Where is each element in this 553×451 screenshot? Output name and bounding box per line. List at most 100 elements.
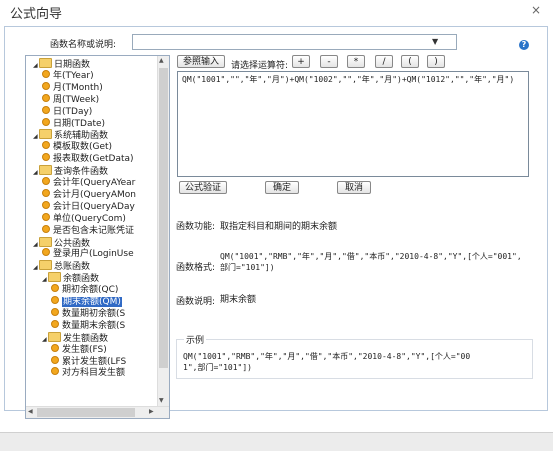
function-bullet-icon: [42, 93, 50, 102]
function-description-label: 函数说明:: [176, 297, 216, 307]
title-bar: 公式向导 ×: [0, 0, 553, 22]
function-bullet-icon: [42, 117, 50, 126]
formula-editor[interactable]: QM("1001","","年","月")+QM("1002","","年","…: [177, 71, 529, 177]
tree-item-label: 数量期初余额(S: [62, 308, 126, 319]
tree-horizontal-scrollbar[interactable]: ◀ ▶: [26, 406, 169, 418]
function-bullet-icon: [51, 355, 59, 364]
tree-item-label: 对方科目发生额: [62, 368, 126, 379]
function-bullet-icon: [42, 105, 50, 114]
search-input[interactable]: [132, 34, 457, 50]
tree-item-label: 月(TMonth): [53, 82, 103, 93]
function-bullet-icon: [42, 69, 50, 78]
operator-open-paren-button[interactable]: (: [401, 55, 419, 68]
operator-divide-button[interactable]: /: [375, 55, 393, 68]
cancel-button[interactable]: 取消: [337, 181, 371, 194]
tree-leaf-item[interactable]: 日期(TDate): [42, 117, 106, 130]
folder-icon: [48, 331, 61, 342]
tree-leaf-item[interactable]: 单位(QueryCom): [42, 212, 126, 225]
tree-leaf-item[interactable]: 对方科目发生额: [51, 367, 125, 379]
scroll-up-icon[interactable]: ▲: [159, 57, 164, 64]
tree-vertical-scrollbar[interactable]: ▲ ▼: [157, 56, 169, 407]
tree-leaf-item[interactable]: 模板取数(Get): [42, 141, 112, 153]
tree-item-label: 余额函数: [63, 274, 100, 285]
example-legend: 示例: [184, 333, 207, 346]
function-bullet-icon: [51, 343, 59, 352]
tree-item-label: 数量期末余额(S: [62, 320, 126, 331]
folder-icon: [39, 260, 52, 271]
folder-icon: [39, 58, 52, 68]
tree-item-label: 发生额函数: [63, 333, 109, 344]
function-bullet-icon: [42, 153, 50, 162]
tree-leaf-item[interactable]: 数量期初余额(S: [51, 307, 126, 320]
tree-item-label: 日期(TDate): [53, 118, 106, 129]
ok-button[interactable]: 确定: [265, 181, 299, 194]
operator-plus-button[interactable]: +: [292, 55, 310, 68]
function-bullet-icon: [42, 81, 50, 90]
tree-leaf-item[interactable]: 周(TWeek): [42, 93, 100, 106]
scroll-right-icon[interactable]: ▶: [149, 408, 154, 415]
tree-vertical-scroll-thumb[interactable]: [159, 68, 168, 368]
function-bullet-icon: [51, 284, 59, 293]
tree-item-label: 查询条件函数: [54, 167, 109, 178]
tree-item-label: 期末余额(QM): [62, 297, 122, 307]
operator-close-paren-button[interactable]: ): [427, 55, 445, 68]
function-bullet-icon: [42, 177, 50, 185]
scroll-left-icon[interactable]: ◀: [28, 408, 33, 415]
function-bullet-icon: [51, 319, 59, 328]
tree-leaf-item[interactable]: 报表取数(GetData): [42, 153, 134, 165]
operator-multiply-button[interactable]: *: [347, 55, 365, 68]
tree-item-label: 年(TYear): [53, 70, 94, 81]
tree-item-label: 公共函数: [54, 238, 91, 249]
tree-item-label: 登录用户(LoginUse: [53, 249, 134, 260]
function-purpose-value: 取指定科目和期间的期末余额: [220, 222, 338, 232]
function-tree: ◢ 日期函数 年(TYear) 月(TMonth) 周(TWeek) 日(TDay) 日期(…: [25, 55, 170, 419]
tree-leaf-item[interactable]: 月(TMonth): [42, 81, 103, 94]
folder-icon: [39, 165, 52, 176]
tree-item-label: 模板取数(Get): [53, 142, 113, 153]
function-bullet-icon: [42, 141, 50, 150]
function-bullet-icon: [42, 200, 50, 209]
folder-icon: [39, 236, 52, 247]
function-format-value: QM("1001","RMB","年","月","借","本币","2010-4…: [220, 252, 522, 272]
tree-item-label: 会计年(QueryAYear: [53, 178, 136, 188]
function-description-value: 期末余额: [220, 295, 257, 305]
tree-item-label: 会计月(QueryAMon: [53, 189, 136, 200]
operator-label: 请选择运算符:: [231, 61, 289, 71]
tree-leaf-item[interactable]: 期末余额(QM): [51, 296, 122, 308]
tree-leaf-item[interactable]: 期初余额(QC): [51, 284, 118, 296]
operator-minus-button[interactable]: -: [320, 55, 338, 68]
tree-leaf-item[interactable]: 会计月(QueryAMon: [42, 188, 136, 201]
tree-leaf-item[interactable]: 年(TYear): [42, 69, 94, 82]
example-value: QM("1001","RMB","年","月","借","本币","2010-4…: [183, 352, 471, 372]
reference-input-button[interactable]: 参照输入: [177, 55, 225, 68]
tree-leaf-item[interactable]: 登录用户(LoginUse: [42, 248, 134, 260]
verify-formula-button[interactable]: 公式验证: [179, 181, 227, 194]
tree-leaf-item[interactable]: 会计年(QueryAYear: [42, 177, 135, 189]
function-bullet-icon: [42, 212, 50, 221]
tree-item-label: 会计日(QueryADay: [53, 201, 135, 212]
tree-leaf-item[interactable]: 日(TDay): [42, 105, 92, 118]
search-label: 函数名称或说明:: [50, 40, 117, 50]
tree-item-label: 日期函数: [54, 60, 91, 70]
tree-leaf-item[interactable]: 是否包含未记账凭证: [42, 224, 134, 237]
function-bullet-icon: [51, 367, 59, 376]
help-icon[interactable]: ?: [519, 40, 529, 50]
function-bullet-icon: [42, 248, 50, 257]
scroll-down-icon[interactable]: ▼: [159, 397, 164, 404]
tree-leaf-item[interactable]: 会计日(QueryADay: [42, 200, 135, 213]
tree-item-label: 周(TWeek): [53, 94, 100, 105]
function-format-label: 函数格式:: [176, 263, 216, 273]
bottom-bar: [0, 432, 553, 451]
tree-horizontal-scroll-thumb[interactable]: [37, 408, 135, 417]
tree-leaf-item[interactable]: 数量期末余额(S: [51, 319, 126, 332]
tree-leaf-item[interactable]: 发生额(FS): [51, 343, 107, 356]
folder-icon: [48, 272, 61, 283]
tree-item-label: 报表取数(GetData): [53, 154, 134, 165]
example-panel: QM("1001","RMB","年","月","借","本币","2010-4…: [176, 339, 533, 379]
chevron-down-icon[interactable]: ▼: [432, 37, 438, 46]
tree-leaf-item[interactable]: 累计发生额(LFS: [51, 355, 127, 368]
tree-item-label: 累计发生额(LFS: [62, 356, 127, 367]
tree-item-label: 系统辅助函数: [54, 131, 109, 142]
tree-item-label: 期初余额(QC): [62, 285, 119, 296]
close-icon[interactable]: ×: [531, 3, 541, 17]
